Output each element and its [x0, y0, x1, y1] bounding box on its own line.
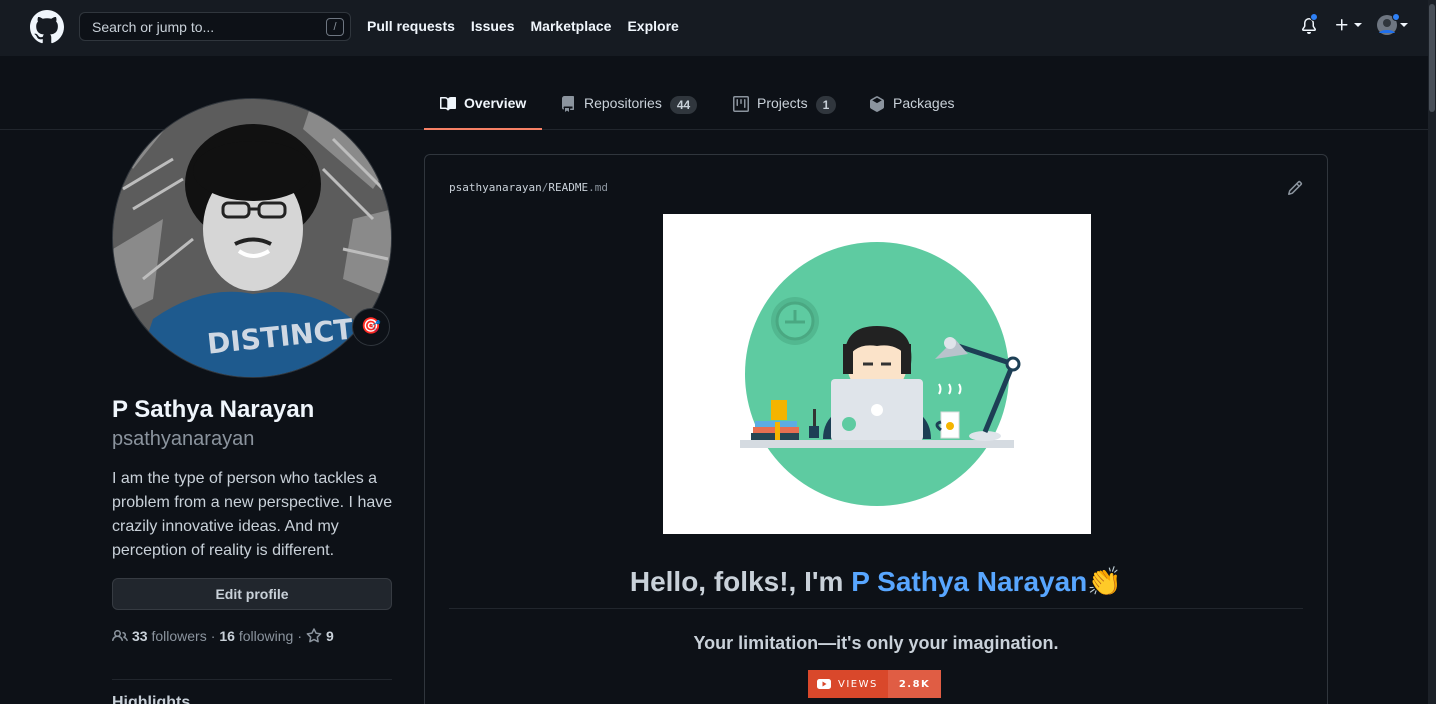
badge-value: 2.8K	[887, 670, 942, 698]
notification-dot	[1310, 13, 1318, 21]
follow-stats: 33 followers · 16 following · 9	[112, 628, 334, 644]
profile-avatar[interactable]: DISTINCT 🎯	[112, 98, 392, 378]
developer-illustration	[663, 214, 1091, 534]
user-menu-button[interactable]	[1377, 13, 1408, 35]
tab-projects[interactable]: Projects 1	[733, 88, 837, 129]
tab-repositories[interactable]: Repositories 44	[560, 88, 698, 129]
readme-card: psathyanarayan/README.md Hello, folks!, …	[424, 154, 1328, 704]
views-badge[interactable]: VIEWS 2.8K	[808, 670, 942, 698]
package-icon	[870, 96, 884, 112]
tab-packages-label: Packages	[893, 95, 955, 111]
nav-issues[interactable]: Issues	[471, 18, 515, 34]
readme-file-name[interactable]: README	[548, 181, 588, 194]
tab-projects-label: Projects	[757, 95, 808, 111]
search-input[interactable]: Search or jump to... /	[79, 12, 351, 41]
pencil-icon[interactable]	[1287, 180, 1303, 196]
sidebar-divider	[112, 679, 392, 680]
create-new-button[interactable]	[1334, 17, 1362, 33]
greeting-text: Hello, folks!, I'm	[629, 566, 852, 597]
following-count: 16	[219, 628, 235, 644]
status-dot	[1392, 13, 1400, 21]
clap-emoji: 👏	[1087, 566, 1123, 597]
caret-down-icon	[1400, 23, 1408, 27]
nav-explore[interactable]: Explore	[627, 18, 678, 34]
profile-bio: I am the type of person who tackles a pr…	[112, 470, 393, 559]
readme-file-ext: .md	[588, 181, 608, 194]
profile-username: psathyanarayan	[112, 428, 255, 450]
following-label: following	[238, 628, 294, 644]
avatar: DISTINCT	[112, 98, 392, 378]
star-icon	[306, 628, 322, 643]
followers-link[interactable]: 33 followers	[132, 628, 207, 644]
followers-count: 33	[132, 628, 148, 644]
nav-marketplace[interactable]: Marketplace	[531, 18, 612, 34]
readme-greeting: Hello, folks!, I'm P Sathya Narayan👏	[425, 565, 1327, 598]
badge-label-text: VIEWS	[838, 678, 878, 690]
badge-label: VIEWS	[808, 670, 888, 698]
scrollbar[interactable]	[1428, 0, 1436, 704]
status-emoji-button[interactable]: 🎯	[352, 308, 390, 346]
global-header: Search or jump to... / Pull requests Iss…	[0, 0, 1436, 56]
github-logo-icon[interactable]	[30, 10, 64, 44]
book-icon	[440, 96, 456, 111]
separator-dot: ·	[297, 628, 303, 644]
followers-label: followers	[151, 628, 207, 644]
scrollbar-thumb[interactable]	[1429, 4, 1435, 112]
avatar-photo: DISTINCT	[113, 99, 391, 377]
profile-full-name: P Sathya Narayan	[112, 396, 315, 423]
notifications-button[interactable]	[1301, 13, 1318, 40]
readme-quote: Your limitation—it's only your imaginati…	[693, 633, 1059, 653]
search-shortcut-key: /	[326, 18, 344, 36]
project-icon	[733, 96, 749, 112]
caret-down-icon	[1354, 23, 1362, 27]
stars-link[interactable]: 9	[306, 628, 334, 644]
people-icon	[112, 629, 128, 642]
youtube-icon	[817, 679, 831, 689]
tab-packages[interactable]: Packages	[869, 88, 954, 129]
separator-dot: ·	[210, 628, 216, 644]
search-placeholder: Search or jump to...	[92, 19, 215, 35]
tab-repositories-label: Repositories	[584, 95, 662, 111]
tab-overview[interactable]: Overview	[423, 88, 543, 130]
readme-path: psathyanarayan/README.md	[449, 181, 608, 194]
nav-pull-requests[interactable]: Pull requests	[367, 18, 455, 34]
projects-count: 1	[815, 96, 837, 114]
top-nav: Pull requests Issues Marketplace Explore	[367, 18, 679, 34]
repo-icon	[562, 96, 574, 112]
readme-owner-link[interactable]: psathyanarayan	[449, 181, 542, 194]
stars-count: 9	[326, 628, 334, 644]
repositories-count: 44	[669, 96, 698, 114]
plus-icon	[1336, 19, 1348, 31]
highlights-heading: Highlights	[112, 694, 191, 704]
tab-overview-label: Overview	[464, 95, 527, 111]
greeting-name-link[interactable]: P Sathya Narayan	[851, 566, 1087, 597]
readme-divider	[449, 608, 1303, 609]
edit-profile-button[interactable]: Edit profile	[112, 578, 392, 610]
following-link[interactable]: 16 following	[219, 628, 293, 644]
